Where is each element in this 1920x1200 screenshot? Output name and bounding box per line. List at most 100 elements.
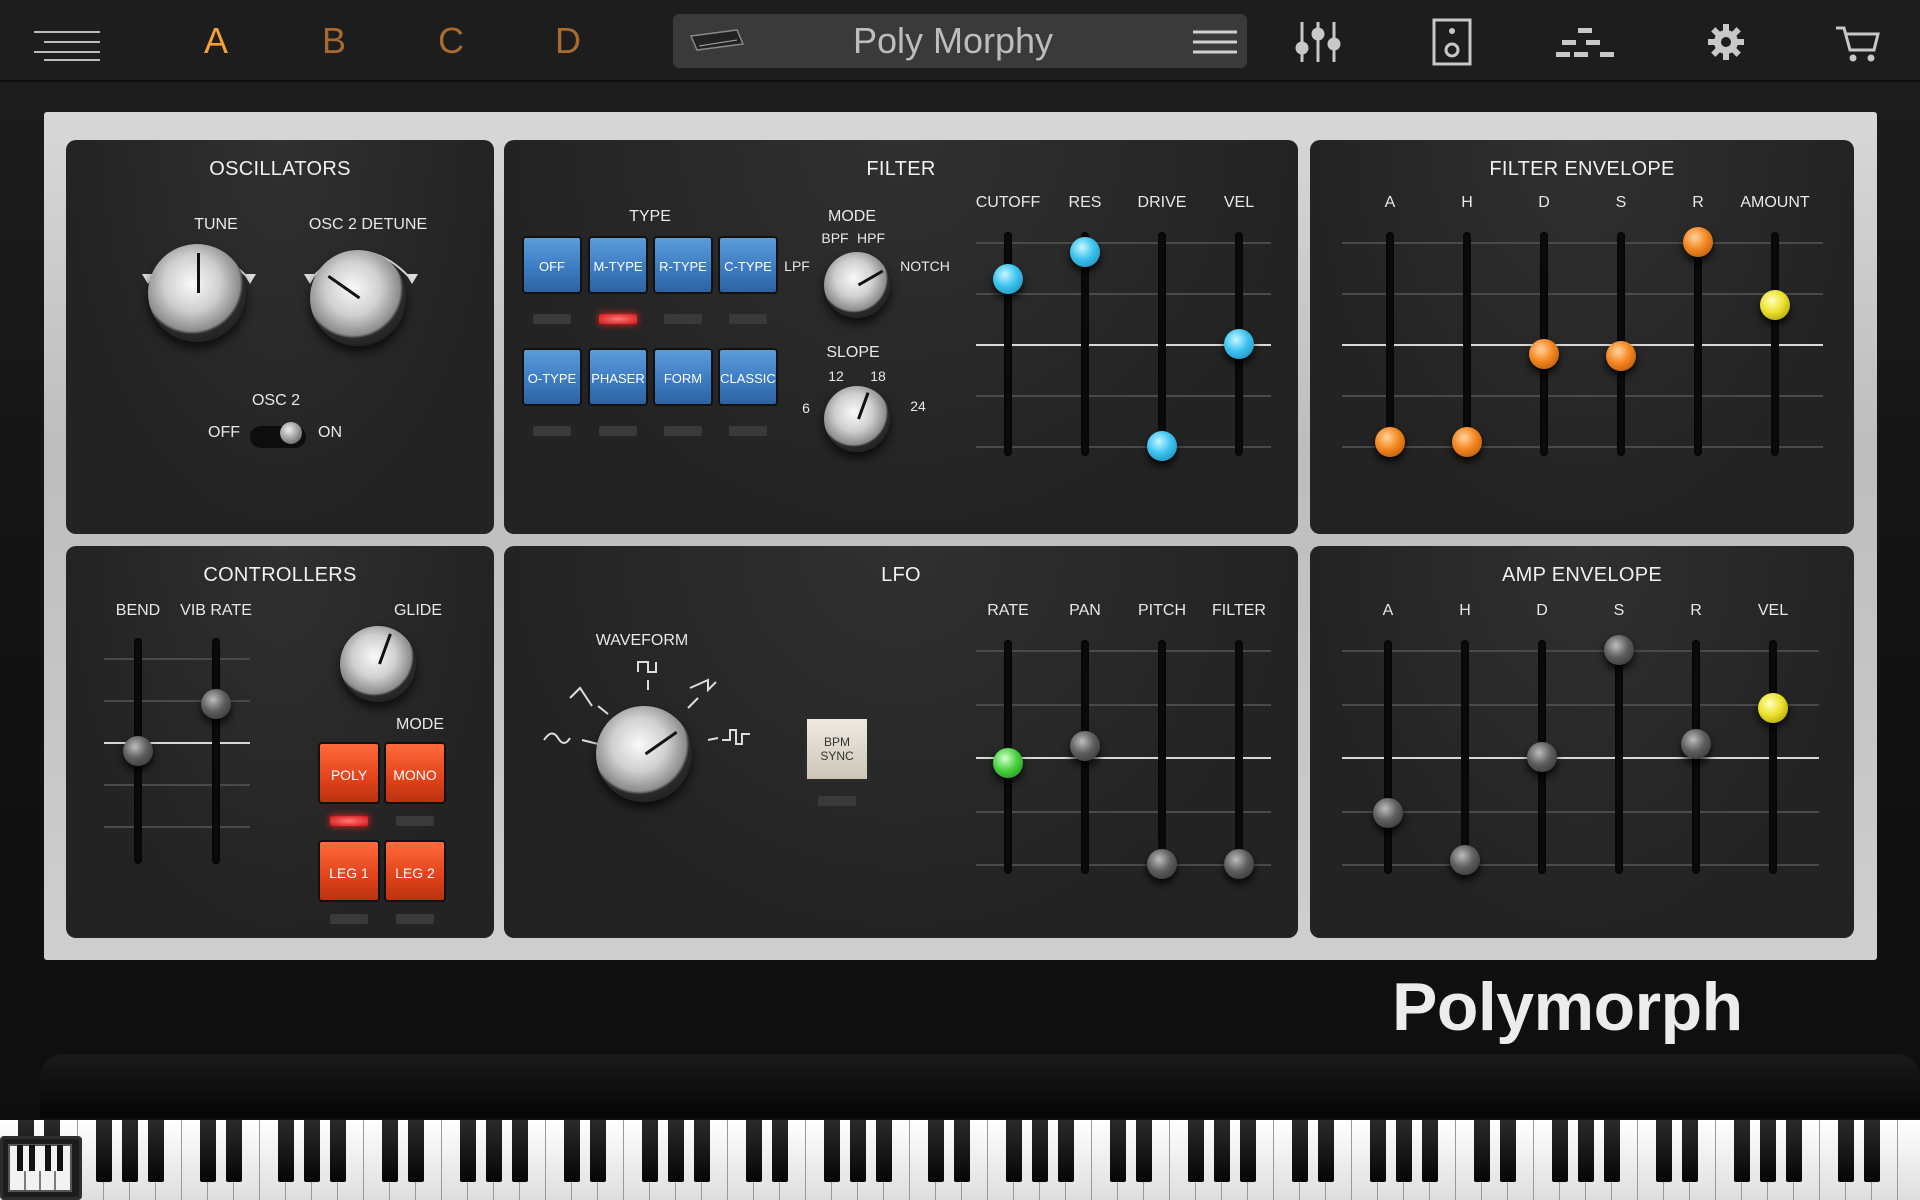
filter_envelope-a-fader-track[interactable] xyxy=(1386,232,1394,456)
vib-rate-fader-handle[interactable] xyxy=(201,688,231,719)
filter-type-c-type-button[interactable]: C-TYPE xyxy=(718,236,778,294)
waveform-knob[interactable] xyxy=(596,706,692,802)
black-key[interactable] xyxy=(1058,1120,1074,1182)
filter-type-r-type-button[interactable]: R-TYPE xyxy=(653,236,713,294)
black-key[interactable] xyxy=(122,1120,138,1182)
legato-1-button[interactable]: LEG 1 xyxy=(318,840,380,902)
black-key[interactable] xyxy=(746,1120,762,1182)
lfo-pitch-fader-track[interactable] xyxy=(1158,640,1166,874)
slot-c-tab[interactable]: C xyxy=(421,16,481,66)
black-key[interactable] xyxy=(1864,1120,1880,1182)
black-key[interactable] xyxy=(512,1120,528,1182)
filter-type-phaser-button[interactable]: PHASER xyxy=(588,348,648,406)
legato-2-button[interactable]: LEG 2 xyxy=(384,840,446,902)
black-key[interactable] xyxy=(1682,1120,1698,1182)
filter-type-o-type-button[interactable]: O-TYPE xyxy=(522,348,582,406)
lfo-filter-fader-handle[interactable] xyxy=(1224,849,1254,879)
filter-drive-fader-track[interactable] xyxy=(1158,232,1166,456)
mono-mode-button[interactable]: MONO xyxy=(384,742,446,804)
amp_envelope-s-fader-track[interactable] xyxy=(1615,640,1623,874)
glide-knob[interactable] xyxy=(340,626,416,702)
black-key[interactable] xyxy=(1214,1120,1230,1182)
hamburger-icon[interactable] xyxy=(34,14,100,70)
black-key[interactable] xyxy=(1370,1120,1386,1182)
black-key[interactable] xyxy=(824,1120,840,1182)
black-key[interactable] xyxy=(1136,1120,1152,1182)
keyboard-toggle-icon[interactable] xyxy=(0,1136,82,1200)
gear-icon[interactable] xyxy=(1698,14,1754,70)
black-key[interactable] xyxy=(304,1120,320,1182)
osc2-toggle[interactable] xyxy=(250,422,306,448)
black-key[interactable] xyxy=(1786,1120,1802,1182)
black-key[interactable] xyxy=(772,1120,788,1182)
filter-mode-knob[interactable] xyxy=(824,252,890,318)
filter-res-fader-handle[interactable] xyxy=(1070,237,1100,268)
amp_envelope-a-fader-handle[interactable] xyxy=(1373,797,1403,828)
black-key[interactable] xyxy=(1396,1120,1412,1182)
lfo-filter-fader-track[interactable] xyxy=(1235,640,1243,874)
slot-a-tab[interactable]: A xyxy=(186,16,246,66)
filter-drive-fader-handle[interactable] xyxy=(1147,431,1177,461)
amp_envelope-vel-fader-handle[interactable] xyxy=(1758,692,1788,723)
black-key[interactable] xyxy=(486,1120,502,1182)
filter_envelope-r-fader-track[interactable] xyxy=(1694,232,1702,456)
filter-type-m-type-button[interactable]: M-TYPE xyxy=(588,236,648,294)
black-key[interactable] xyxy=(1604,1120,1620,1182)
black-key[interactable] xyxy=(1552,1120,1568,1182)
vib-rate-fader-track[interactable] xyxy=(212,638,220,864)
lfo-pitch-fader-handle[interactable] xyxy=(1147,849,1177,879)
black-key[interactable] xyxy=(330,1120,346,1182)
black-key[interactable] xyxy=(1188,1120,1204,1182)
black-key[interactable] xyxy=(1240,1120,1256,1182)
black-key[interactable] xyxy=(226,1120,242,1182)
mixer-icon[interactable] xyxy=(1292,14,1348,70)
black-key[interactable] xyxy=(1318,1120,1334,1182)
black-key[interactable] xyxy=(1578,1120,1594,1182)
black-key[interactable] xyxy=(1032,1120,1048,1182)
filter_envelope-amount-fader-track[interactable] xyxy=(1771,232,1779,456)
black-key[interactable] xyxy=(96,1120,112,1182)
black-key[interactable] xyxy=(564,1120,580,1182)
amp_envelope-h-fader-handle[interactable] xyxy=(1450,844,1480,875)
black-key[interactable] xyxy=(408,1120,424,1182)
slot-b-tab[interactable]: B xyxy=(304,16,364,66)
filter_envelope-r-fader-handle[interactable] xyxy=(1683,227,1713,257)
filter-slope-knob[interactable] xyxy=(824,386,890,452)
white-key[interactable] xyxy=(1898,1120,1920,1200)
amp_envelope-s-fader-handle[interactable] xyxy=(1604,635,1634,665)
black-key[interactable] xyxy=(1110,1120,1126,1182)
black-key[interactable] xyxy=(694,1120,710,1182)
black-key[interactable] xyxy=(1474,1120,1490,1182)
black-key[interactable] xyxy=(1838,1120,1854,1182)
filter_envelope-amount-fader-handle[interactable] xyxy=(1760,290,1790,321)
poly-mode-button[interactable]: POLY xyxy=(318,742,380,804)
sequencer-icon[interactable] xyxy=(1556,14,1614,70)
filter_envelope-s-fader-handle[interactable] xyxy=(1606,341,1636,372)
black-key[interactable] xyxy=(954,1120,970,1182)
black-key[interactable] xyxy=(668,1120,684,1182)
piano-keyboard[interactable] xyxy=(0,1120,1920,1200)
black-key[interactable] xyxy=(876,1120,892,1182)
bend-fader-handle[interactable] xyxy=(123,736,153,766)
amp_envelope-d-fader-handle[interactable] xyxy=(1527,742,1557,772)
black-key[interactable] xyxy=(642,1120,658,1182)
slot-d-tab[interactable]: D xyxy=(538,16,598,66)
cart-icon[interactable] xyxy=(1832,14,1888,70)
black-key[interactable] xyxy=(850,1120,866,1182)
black-key[interactable] xyxy=(928,1120,944,1182)
black-key[interactable] xyxy=(1006,1120,1022,1182)
filter_envelope-a-fader-handle[interactable] xyxy=(1375,426,1405,457)
filter-type-off-button[interactable]: OFF xyxy=(522,236,582,294)
osc2-detune-knob[interactable] xyxy=(310,250,406,346)
filter_envelope-h-fader-track[interactable] xyxy=(1463,232,1471,456)
black-key[interactable] xyxy=(1500,1120,1516,1182)
black-key[interactable] xyxy=(382,1120,398,1182)
bpm-sync-button[interactable]: BPM SYNC xyxy=(804,716,870,782)
preset-selector[interactable]: Poly Morphy xyxy=(673,14,1247,68)
amp_envelope-h-fader-track[interactable] xyxy=(1461,640,1469,874)
amp_envelope-vel-fader-track[interactable] xyxy=(1769,640,1777,874)
black-key[interactable] xyxy=(1734,1120,1750,1182)
filter-type-classic-button[interactable]: CLASSIC xyxy=(718,348,778,406)
black-key[interactable] xyxy=(148,1120,164,1182)
filter_envelope-d-fader-handle[interactable] xyxy=(1529,339,1559,370)
